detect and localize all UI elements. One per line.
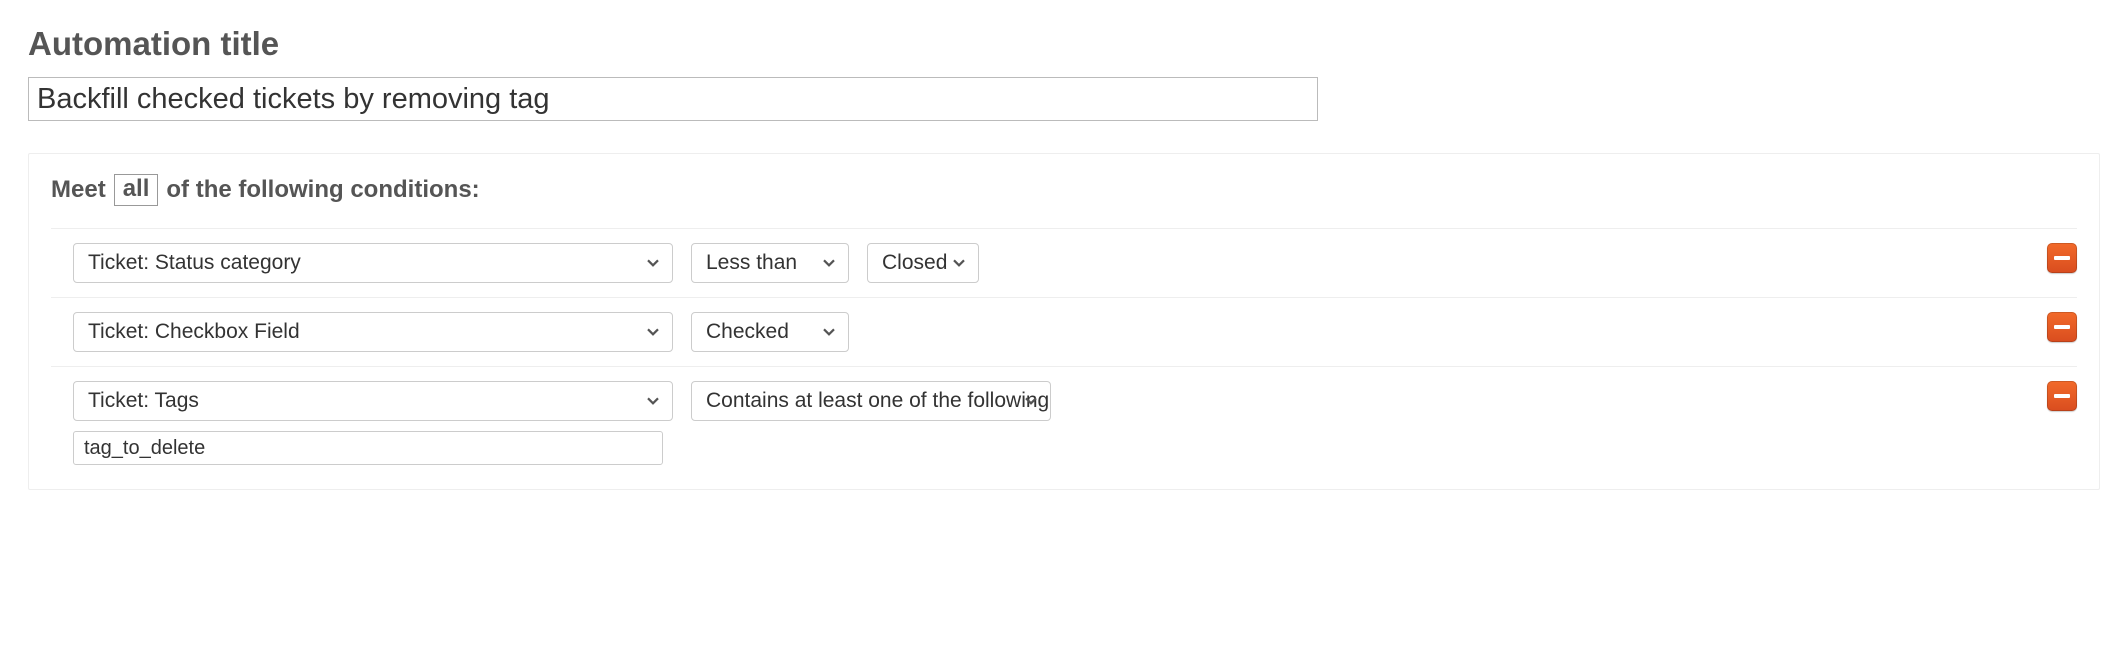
condition-tag-input[interactable] <box>73 431 663 465</box>
condition-operator-select[interactable]: Less than <box>691 243 849 283</box>
condition-field-value: Ticket: Checkbox Field <box>88 320 300 344</box>
condition-operator-value: Less than <box>706 251 797 275</box>
conditions-prefix: Meet <box>51 176 106 204</box>
condition-value-text: Closed <box>882 251 947 275</box>
condition-field-value: Ticket: Tags <box>88 389 199 413</box>
chevron-down-icon <box>646 256 660 270</box>
chevron-down-icon <box>646 325 660 339</box>
condition-field-select[interactable]: Ticket: Tags <box>73 381 673 421</box>
condition-row: Ticket: Checkbox Field Checked <box>51 297 2077 366</box>
condition-row: Ticket: Status category Less than Closed <box>51 228 2077 297</box>
condition-operator-value: Contains at least one of the following <box>706 389 1049 413</box>
condition-operator-select[interactable]: Contains at least one of the following <box>691 381 1051 421</box>
automation-title-label: Automation title <box>28 25 2100 63</box>
chevron-down-icon <box>822 256 836 270</box>
conditions-panel: Meet all of the following conditions: Ti… <box>28 153 2100 490</box>
automation-title-input[interactable] <box>28 77 1318 121</box>
condition-operator-select[interactable]: Checked <box>691 312 849 352</box>
condition-field-select[interactable]: Ticket: Status category <box>73 243 673 283</box>
remove-condition-button[interactable] <box>2047 243 2077 273</box>
remove-condition-button[interactable] <box>2047 312 2077 342</box>
condition-row: Ticket: Tags Contains at least one of th… <box>51 366 2077 479</box>
condition-field-select[interactable]: Ticket: Checkbox Field <box>73 312 673 352</box>
chevron-down-icon <box>952 256 966 270</box>
conditions-header: Meet all of the following conditions: <box>51 174 2077 206</box>
condition-operator-value: Checked <box>706 320 789 344</box>
conditions-suffix: of the following conditions: <box>166 176 479 204</box>
chevron-down-icon <box>822 325 836 339</box>
remove-condition-button[interactable] <box>2047 381 2077 411</box>
conditions-quantifier-select[interactable]: all <box>114 174 159 206</box>
chevron-down-icon <box>646 394 660 408</box>
condition-value-select[interactable]: Closed <box>867 243 979 283</box>
condition-field-value: Ticket: Status category <box>88 251 301 275</box>
